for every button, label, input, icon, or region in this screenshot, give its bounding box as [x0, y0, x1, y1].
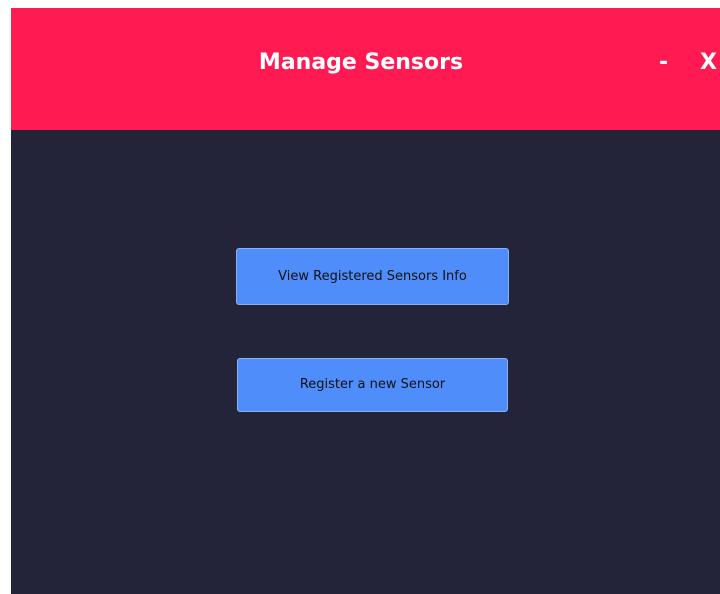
manage-sensors-window: Manage Sensors - X View Registered Senso…: [11, 8, 720, 594]
register-new-sensor-button[interactable]: Register a new Sensor: [237, 358, 508, 412]
window-title: Manage Sensors: [258, 50, 464, 75]
minimize-button[interactable]: -: [659, 48, 668, 78]
close-button[interactable]: X: [700, 48, 717, 78]
view-registered-sensors-button[interactable]: View Registered Sensors Info: [236, 248, 509, 305]
title-bar[interactable]: Manage Sensors - X: [11, 8, 720, 130]
